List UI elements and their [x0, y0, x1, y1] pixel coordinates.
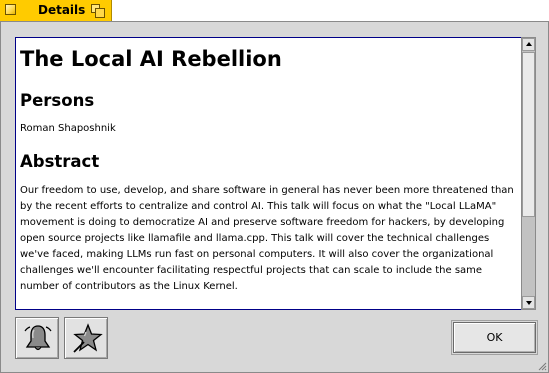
talk-title: The Local AI Rebellion [20, 47, 282, 71]
favorite-button[interactable] [64, 317, 108, 359]
star-icon [73, 323, 103, 353]
alarm-bell-icon [24, 325, 52, 351]
persons-list: Roman Shaposhnik [20, 123, 116, 134]
zoom-box-icon[interactable] [91, 4, 105, 18]
window-title: Details [38, 3, 86, 17]
abstract-heading: Abstract [20, 152, 100, 171]
resize-grip-icon[interactable] [538, 362, 547, 371]
abstract-text: Our freedom to use, develop, and share s… [20, 185, 514, 292]
persons-heading: Persons [20, 91, 95, 110]
details-window-screen: Details The Local AI Rebellion Persons R… [0, 0, 549, 373]
scroll-up-arrow-icon[interactable] [522, 38, 535, 51]
vertical-scrollbar[interactable] [521, 37, 536, 310]
details-text-view[interactable]: The Local AI Rebellion Persons Roman Sha… [15, 37, 522, 310]
alarm-button[interactable] [15, 317, 59, 359]
scroll-down-arrow-icon[interactable] [522, 296, 535, 309]
details-window: The Local AI Rebellion Persons Roman Sha… [0, 21, 549, 373]
window-title-tab[interactable]: Details [0, 0, 112, 22]
scroll-thumb[interactable] [522, 52, 535, 217]
ok-button[interactable]: OK [451, 320, 538, 355]
close-box-icon[interactable] [5, 4, 16, 15]
